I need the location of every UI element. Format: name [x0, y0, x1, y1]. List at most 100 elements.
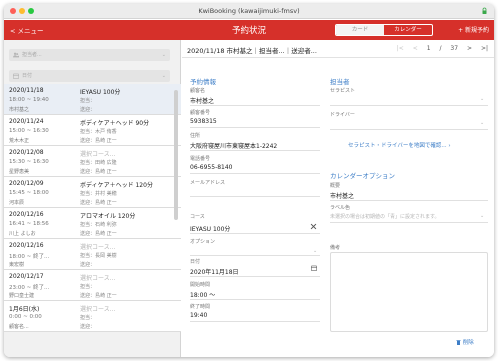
course-label: コース: [190, 214, 205, 220]
item-date: 2020/12/09: [9, 180, 44, 187]
therapist-field[interactable]: [330, 105, 488, 106]
booking-info-heading: 予約情報: [190, 78, 216, 86]
start-time-field[interactable]: 18:00 〜: [190, 290, 215, 299]
divider: [190, 321, 320, 322]
item-date: 2020/12/16: [9, 211, 44, 218]
item-course: 選択コース...: [80, 275, 116, 282]
app-window: KwiBooking (kawaijimuki-fmsv) < メニュー 予約状…: [4, 4, 494, 357]
list-item[interactable]: 2020/12/17 23:00 ~ 終了... 野口皇士建 選択コース... 担当： 送…: [4, 270, 181, 301]
item-date: 2020/12/16: [9, 242, 44, 249]
chevron-down-icon: ⌄: [161, 73, 166, 79]
end-time-field[interactable]: 19:40: [190, 312, 207, 319]
lock-icon: [482, 7, 487, 14]
item-date: 2020/11/24: [9, 118, 44, 125]
email-label: メールアドレス: [190, 180, 226, 186]
list-scrollbar[interactable]: [174, 90, 178, 220]
divider: [190, 299, 320, 300]
item-time: 23:00 ~ 終了...: [9, 285, 50, 291]
item-driver: 送迎：島崎 正一: [80, 231, 117, 237]
chevron-down-icon[interactable]: ⌄: [480, 96, 484, 102]
label-color-field[interactable]: 未選択の場合は初期値の「青」に設定されます。: [330, 213, 440, 220]
date-label: 日付: [190, 259, 201, 265]
booking-detail-panel: 2020/11/18 市村基之｜担当者...｜送迎者... |< < 1 / 3…: [182, 40, 494, 357]
item-course: 選択コース...: [80, 306, 116, 313]
item-customer: 河本辰: [9, 200, 25, 206]
trash-icon: [456, 340, 461, 345]
item-customer: 野口皇士建: [9, 293, 35, 299]
new-booking-button[interactable]: + 新規予約: [458, 25, 489, 34]
item-staff: 担当：木戸 侑香: [80, 129, 117, 135]
list-item[interactable]: 2020/11/18 18:00 ~ 19:40 市村基之 IEYASU 100分 担当…: [4, 84, 181, 115]
divider: [190, 173, 320, 174]
current-page: 1: [426, 45, 431, 52]
item-time: 15:30 ~ 16:30: [9, 159, 49, 165]
option-field[interactable]: [190, 255, 320, 256]
memo-textarea[interactable]: [330, 252, 488, 332]
item-staff: 担当：石崎 利弥: [80, 222, 117, 228]
list-item[interactable]: 2020/11/24 15:00 ~ 16:30 荒木木正 ボディケア＋ヘッド 90分…: [4, 115, 181, 146]
clear-icon[interactable]: [310, 223, 317, 230]
course-field[interactable]: IEYASU 100分: [190, 224, 230, 233]
therapist-label: セラピスト: [330, 88, 356, 94]
divider: [190, 276, 320, 277]
list-item[interactable]: 2020/12/09 15:45 ~ 18:00 河本辰 ボディケア＋ヘッド 120分…: [4, 177, 181, 208]
booking-list: 2020/11/18 18:00 ~ 19:40 市村基之 IEYASU 100分 担当…: [4, 84, 181, 332]
item-staff: 担当：井村 美穂: [80, 191, 117, 197]
item-time: 18:00 ~ 終了...: [9, 254, 50, 260]
memo-label: 備考: [330, 245, 341, 251]
calendar-options-heading: カレンダーオプション: [330, 172, 395, 180]
item-course: 選択コース...: [80, 151, 116, 158]
tab-card[interactable]: カード: [336, 25, 384, 35]
date-field[interactable]: 2020年11月18日: [190, 267, 239, 276]
item-date: 2020/12/17: [9, 273, 44, 280]
delete-button[interactable]: 削除: [456, 338, 474, 346]
email-field[interactable]: [190, 196, 320, 197]
item-customer: 川上 よしお: [9, 231, 36, 237]
chevron-down-icon[interactable]: ⌄: [480, 120, 484, 126]
detail-header: 2020/11/18 市村基之｜担当者...｜送迎者... |< < 1 / 3…: [182, 40, 494, 58]
divider: [190, 127, 320, 128]
customer-field[interactable]: 市村基之: [190, 96, 214, 105]
list-item[interactable]: 2020/12/16 18:00 ~ 終了... 東宏樹 選択コース... 担当：長岡 …: [4, 239, 181, 270]
window-title: KwiBooking (kawaijimuki-fmsv): [198, 7, 300, 15]
item-driver: 送迎：: [80, 262, 96, 268]
first-page-button[interactable]: |<: [397, 45, 404, 52]
person-filter[interactable]: 担当者... ⌄: [9, 49, 170, 61]
phone-field[interactable]: 06-6955-8140: [190, 164, 233, 171]
item-driver: 送迎：島崎 正一: [80, 169, 117, 175]
item-course: ボディケア＋ヘッド 120分: [80, 182, 153, 189]
item-staff: 担当：田崎 広隆: [80, 160, 117, 166]
list-item[interactable]: 1月6日(水) 0:00 ~ 0:00 顧客名... 選択コース... 担当： 送迎：: [4, 301, 181, 332]
driver-field[interactable]: [330, 129, 488, 130]
list-item[interactable]: 2020/12/08 15:30 ~ 16:30 星野恵美 選択コース... 担当：田崎…: [4, 146, 181, 177]
chevron-down-icon[interactable]: ⌄: [480, 213, 484, 219]
item-date: 2020/11/18: [9, 87, 44, 94]
delete-label: 削除: [462, 340, 474, 346]
next-page-button[interactable]: >: [467, 45, 472, 52]
staff-heading: 担当者: [330, 78, 350, 86]
customer-no-field[interactable]: 5938315: [190, 118, 217, 125]
map-link[interactable]: セラピスト・ドライバーを地図で確認... ›: [348, 141, 451, 149]
address-field[interactable]: 大阪府寝屋川市東寝屋本1-2242: [190, 141, 277, 150]
item-staff: 担当：長岡 美樹: [80, 253, 117, 259]
last-page-button[interactable]: >|: [481, 45, 488, 52]
item-course: アロマオイル 120分: [80, 213, 136, 220]
person-filter-placeholder: 担当者...: [22, 52, 42, 58]
option-label: オプション: [190, 239, 216, 245]
summary-field[interactable]: 市村基之: [330, 191, 354, 200]
divider: [190, 105, 320, 106]
item-customer: 顧客名...: [9, 324, 29, 330]
calendar-icon[interactable]: [311, 265, 317, 271]
item-driver: 送迎：島崎 正一: [80, 200, 117, 206]
item-time: 15:00 ~ 16:30: [9, 128, 49, 134]
list-item[interactable]: 2020/12/16 16:41 ~ 18:56 川上 よしお アロマオイル 120分…: [4, 208, 181, 239]
tab-calendar[interactable]: カレンダー: [384, 25, 432, 35]
item-date: 2020/12/08: [9, 149, 44, 156]
page-separator: /: [439, 45, 442, 52]
customer-no-label: 顧客番号: [190, 110, 211, 116]
chevron-down-icon[interactable]: ⌄: [313, 248, 317, 254]
prev-page-button[interactable]: <: [413, 45, 418, 52]
menu-back-button[interactable]: < メニュー: [10, 25, 44, 35]
item-driver: 送迎：: [80, 324, 96, 330]
date-filter[interactable]: 日付 ⌄: [9, 70, 170, 82]
